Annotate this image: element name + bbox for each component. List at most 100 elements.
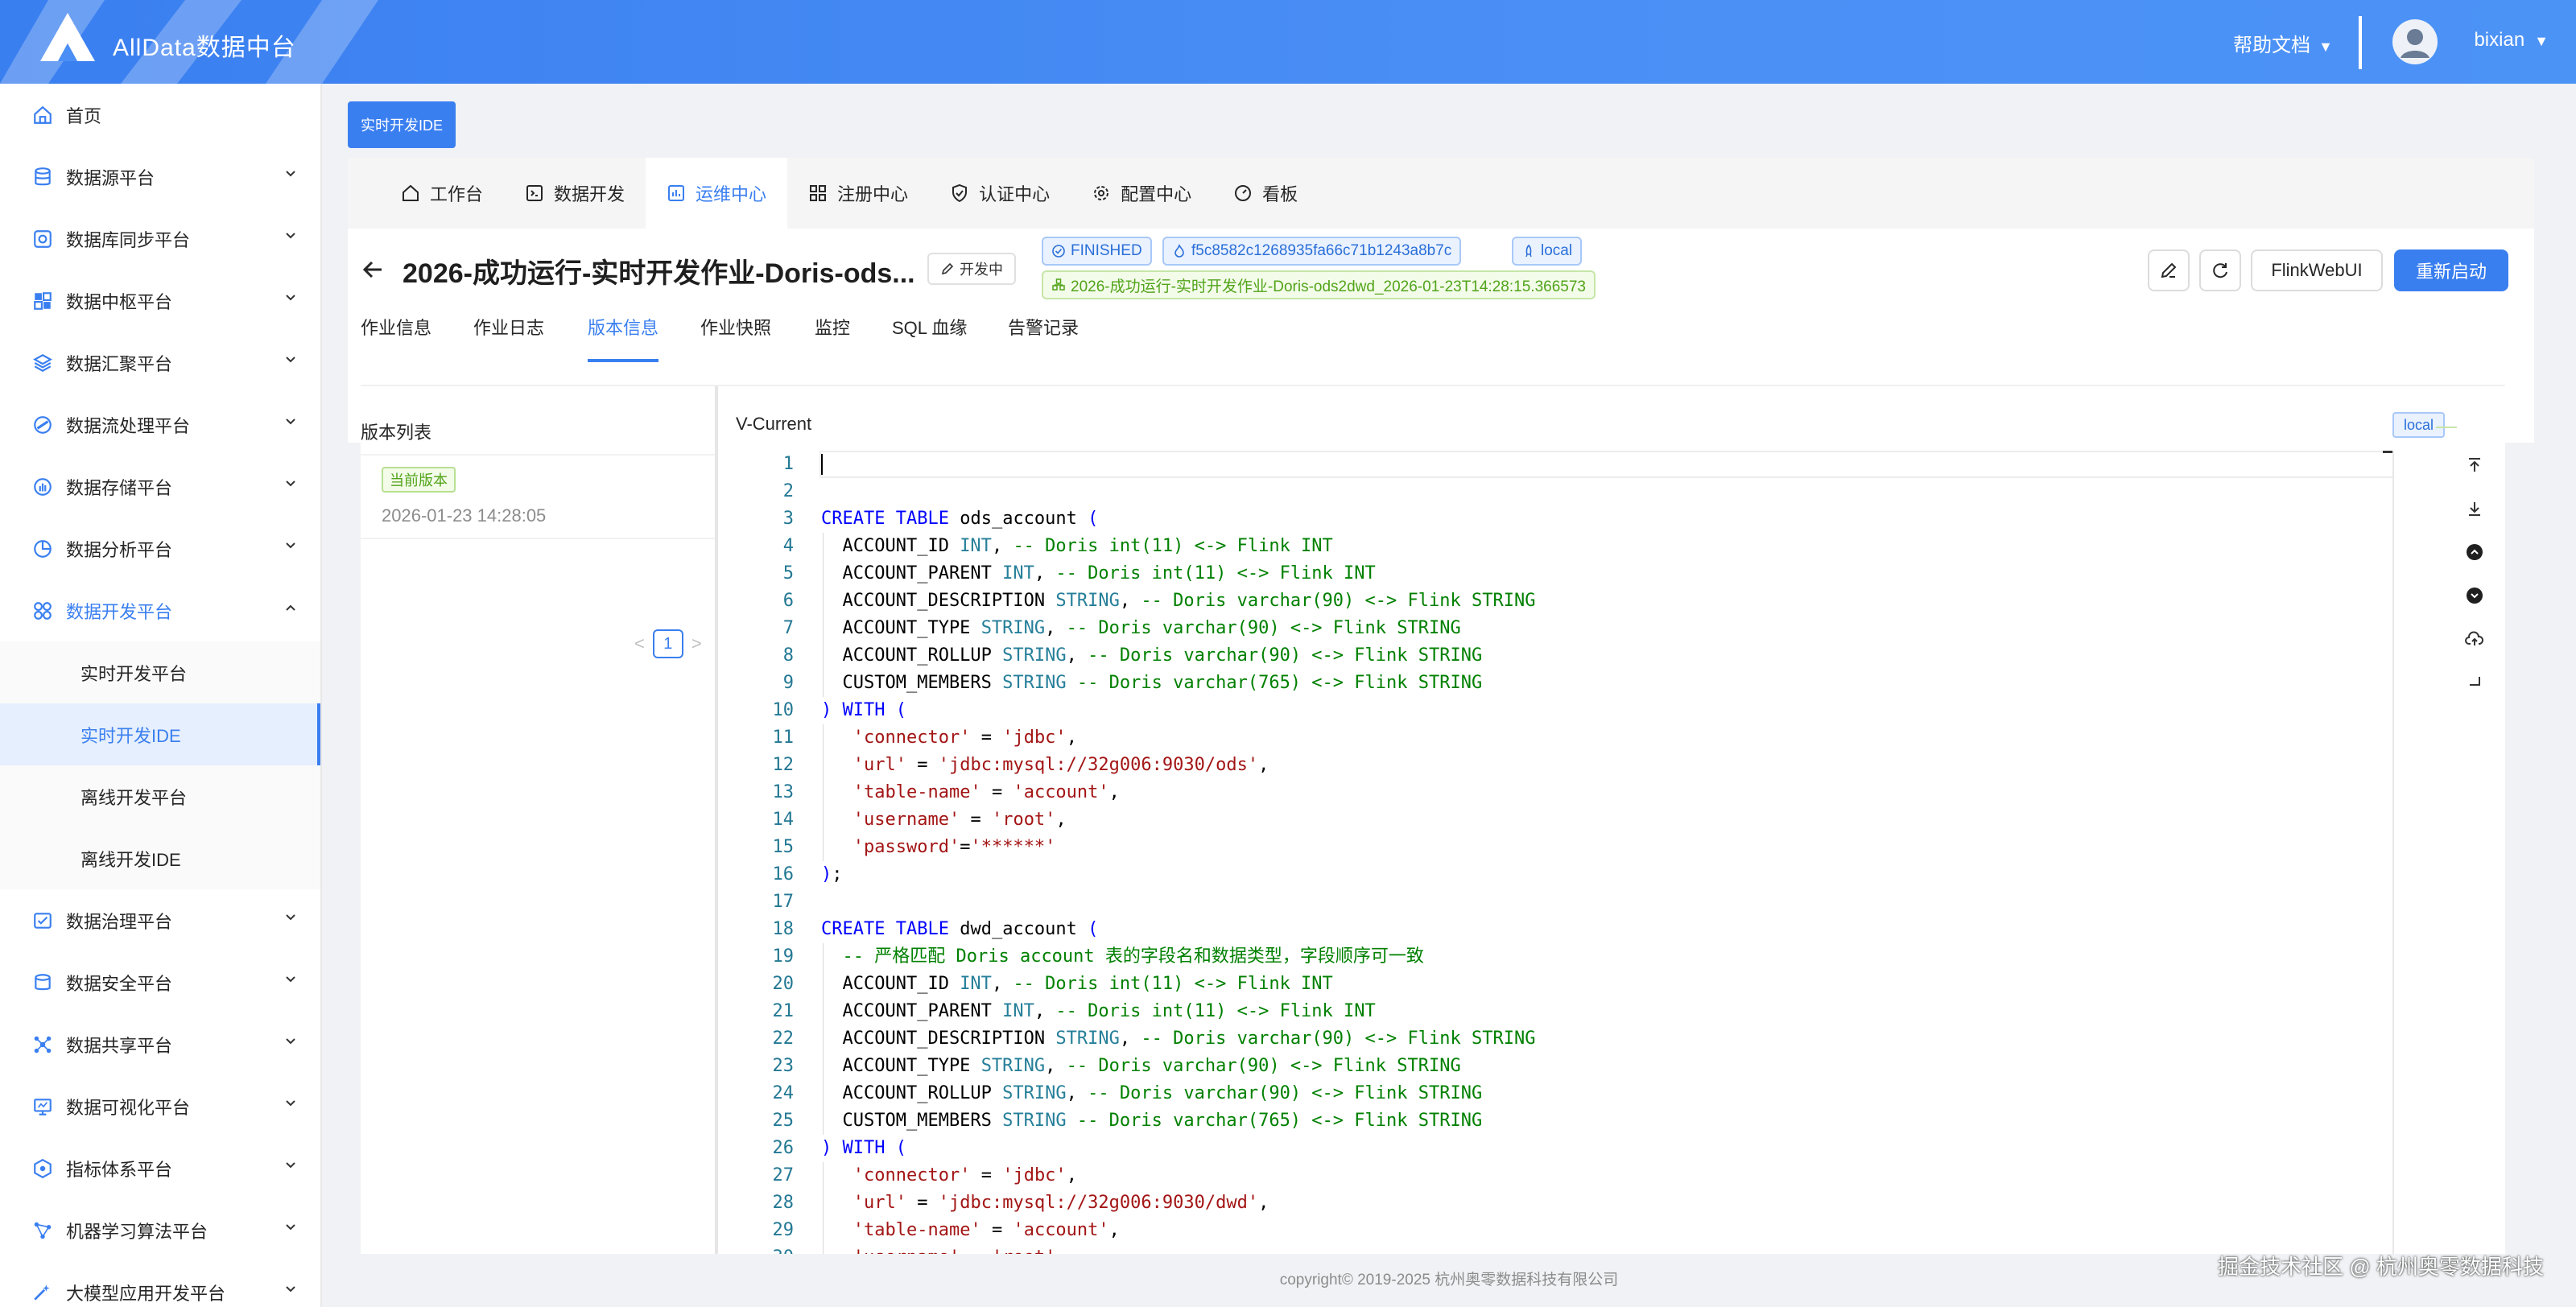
sidebar-subitem-realtime-ide[interactable]: 实时开发IDE xyxy=(0,703,320,765)
upload-button[interactable] xyxy=(2460,625,2489,654)
sidebar-item-data-collect[interactable]: 数据汇聚平台 xyxy=(0,332,320,394)
chevron-down-circle-icon xyxy=(2467,588,2483,604)
edit-button[interactable] xyxy=(2148,249,2190,291)
grid-icon xyxy=(31,289,55,313)
code-text: 'username' = 'root', xyxy=(852,810,1067,830)
scroll-up-button[interactable] xyxy=(2460,538,2489,567)
page-tab-realtime-ide[interactable]: 实时开发IDE xyxy=(348,101,456,148)
job-id-label: f5c8582c1268935fa66c71b1243a8b7c xyxy=(1191,242,1452,259)
indent-guide xyxy=(823,588,824,615)
tab-alert-records[interactable]: 告警记录 xyxy=(1008,317,1079,362)
sidebar-item-visual[interactable]: 数据可视化平台 xyxy=(0,1075,320,1137)
code-line: 19 -- 严格匹配 Doris account 表的字段名和数据类型，字段顺序… xyxy=(736,943,2378,971)
sidebar-item-datasource[interactable]: 数据源平台 xyxy=(0,146,320,208)
back-arrow-icon[interactable] xyxy=(359,256,386,283)
sidebar-subitem-offline-dev[interactable]: 离线开发平台 xyxy=(0,765,320,827)
sidebar-item-home[interactable]: 首页 xyxy=(0,84,320,146)
tab-version-info[interactable]: 版本信息 xyxy=(588,317,659,362)
sidebar-item-storage[interactable]: 数据存储平台 xyxy=(0,456,320,517)
check-circle-icon xyxy=(1052,245,1065,258)
line-number: 5 xyxy=(782,563,794,583)
code-line: 21 ACCOUNT_PARENT INT, -- Doris int(11) … xyxy=(736,998,2378,1025)
app-title[interactable]: AllData数据中台 xyxy=(113,27,296,63)
sidebar-item-label: 机器学习算法平台 xyxy=(66,1221,208,1242)
dev-status-button[interactable]: 开发中 xyxy=(927,253,1016,285)
help-docs-menu[interactable]: 帮助文档 ▼ xyxy=(2233,29,2333,57)
watermark: 掘金技术社区 @ 杭州奥零数据科技 xyxy=(2218,1255,2544,1279)
code-text: 'table-name' = 'account', xyxy=(852,1220,1120,1240)
tab-registry[interactable]: 注册中心 xyxy=(787,158,929,229)
avatar[interactable] xyxy=(2392,19,2438,64)
sidebar-item-security[interactable]: 数据安全平台 xyxy=(0,951,320,1013)
version-list-panel: 版本列表 当前版本 2026-01-23 14:28:05 < 1 > xyxy=(361,386,718,1307)
code-text: 'password'='******' xyxy=(852,837,1056,857)
apps-icon xyxy=(810,185,827,201)
line-number: 18 xyxy=(772,919,795,939)
code-line: 16); xyxy=(736,861,2378,889)
scroll-down-button[interactable] xyxy=(2460,581,2489,610)
tab-auth-center[interactable]: 认证中心 xyxy=(929,158,1071,229)
sidebar-item-data-dev[interactable]: 数据开发平台 xyxy=(0,579,320,641)
scroll-top-button[interactable] xyxy=(2460,451,2489,480)
logo-icon[interactable] xyxy=(39,11,97,63)
sidebar-item-ml[interactable]: 机器学习算法平台 xyxy=(0,1199,320,1261)
code-line: 25 CUSTOM_MEMBERS STRING -- Doris varcha… xyxy=(736,1107,2378,1135)
sidebar-item-llm[interactable]: 大模型应用开发平台 xyxy=(0,1261,320,1307)
next-page-button[interactable]: > xyxy=(691,633,702,654)
indent-guide xyxy=(823,724,824,752)
code-text: CUSTOM_MEMBERS STRING -- Doris varchar(7… xyxy=(821,673,1483,693)
code-editor[interactable]: 1 2 3 CREATE TABLE ods_account (4 ACCOUNT_I… xyxy=(736,451,2394,1307)
code-line: 5 ACCOUNT_PARENT INT, -- Doris int(11) <… xyxy=(736,560,2378,588)
flink-webui-button[interactable]: FlinkWebUI xyxy=(2251,249,2383,291)
tab-label: 运维中心 xyxy=(696,184,767,204)
sidebar-item-governance[interactable]: 数据治理平台 xyxy=(0,889,320,951)
sidebar-subitem-realtime-dev[interactable]: 实时开发平台 xyxy=(0,641,320,703)
code-line: 13 'table-name' = 'account', xyxy=(736,779,2378,806)
prev-page-button[interactable]: < xyxy=(634,633,645,654)
refresh-button[interactable] xyxy=(2199,249,2241,291)
sidebar-item-db-sync[interactable]: 数据库同步平台 xyxy=(0,208,320,270)
code-line: 28 'url' = 'jdbc:mysql://32g006:9030/dwd… xyxy=(736,1189,2378,1217)
line-number: 3 xyxy=(782,509,794,529)
tab-data-dev[interactable]: 数据开发 xyxy=(504,158,646,229)
code-text: ACCOUNT_TYPE STRING, -- Doris varchar(90… xyxy=(821,618,1461,638)
sidebar-item-label: 数据开发平台 xyxy=(66,601,173,622)
sidebar-item-metrics[interactable]: 指标体系平台 xyxy=(0,1137,320,1199)
line-number: 27 xyxy=(772,1165,795,1185)
version-content: 版本列表 当前版本 2026-01-23 14:28:05 < 1 > V-Cu… xyxy=(361,385,2505,1307)
tab-job-info[interactable]: 作业信息 xyxy=(361,317,431,362)
sidebar-item-stream[interactable]: 数据流处理平台 xyxy=(0,394,320,456)
username-label: bixian xyxy=(2474,29,2525,51)
job-name-badge: 2026-成功运行-实时开发作业-Doris-ods2dwd_2026-01-2… xyxy=(1042,270,1596,299)
tab-label: 配置中心 xyxy=(1121,184,1192,204)
chevron-down-icon xyxy=(286,542,295,549)
tab-monitor[interactable]: 监控 xyxy=(815,317,850,362)
sidebar-subitem-offline-ide[interactable]: 离线开发IDE xyxy=(0,827,320,889)
tab-job-log[interactable]: 作业日志 xyxy=(473,317,544,362)
line-number: 22 xyxy=(772,1029,795,1049)
editor-scrollbar[interactable] xyxy=(2392,451,2394,1307)
sidebar-item-label: 数据安全平台 xyxy=(66,973,173,994)
chevron-up-icon xyxy=(286,604,295,611)
restart-button[interactable]: 重新启动 xyxy=(2394,249,2508,291)
tab-config-center[interactable]: 配置中心 xyxy=(1071,158,1212,229)
sidebar-item-data-hub[interactable]: 数据中枢平台 xyxy=(0,270,320,332)
tab-dashboard[interactable]: 看板 xyxy=(1212,158,1319,229)
page-number-button[interactable]: 1 xyxy=(652,629,683,658)
indent-guide xyxy=(823,1080,824,1107)
scroll-bottom-button[interactable] xyxy=(2460,494,2489,523)
enter-button[interactable] xyxy=(2460,668,2489,697)
list-item[interactable]: 当前版本 2026-01-23 14:28:05 xyxy=(361,454,715,539)
tab-job-snapshot[interactable]: 作业快照 xyxy=(700,317,771,362)
tab-ops-center[interactable]: 运维中心 xyxy=(646,158,788,229)
job-header: 2026-成功运行-实时开发作业-Doris-ods... 开发中 FINISH… xyxy=(348,229,2534,317)
chevron-down-icon xyxy=(286,295,295,301)
tab-sql-lineage[interactable]: SQL 血缘 xyxy=(892,317,967,362)
tab-workbench[interactable]: 工作台 xyxy=(380,158,504,229)
analysis-icon xyxy=(31,537,55,561)
sidebar-item-analysis[interactable]: 数据分析平台 xyxy=(0,517,320,579)
sidebar-item-share[interactable]: 数据共享平台 xyxy=(0,1013,320,1075)
tab-label: 注册中心 xyxy=(837,184,909,204)
user-menu[interactable]: bixian ▼ xyxy=(2474,29,2549,52)
sidebar-item-label: 大模型应用开发平台 xyxy=(66,1283,226,1304)
